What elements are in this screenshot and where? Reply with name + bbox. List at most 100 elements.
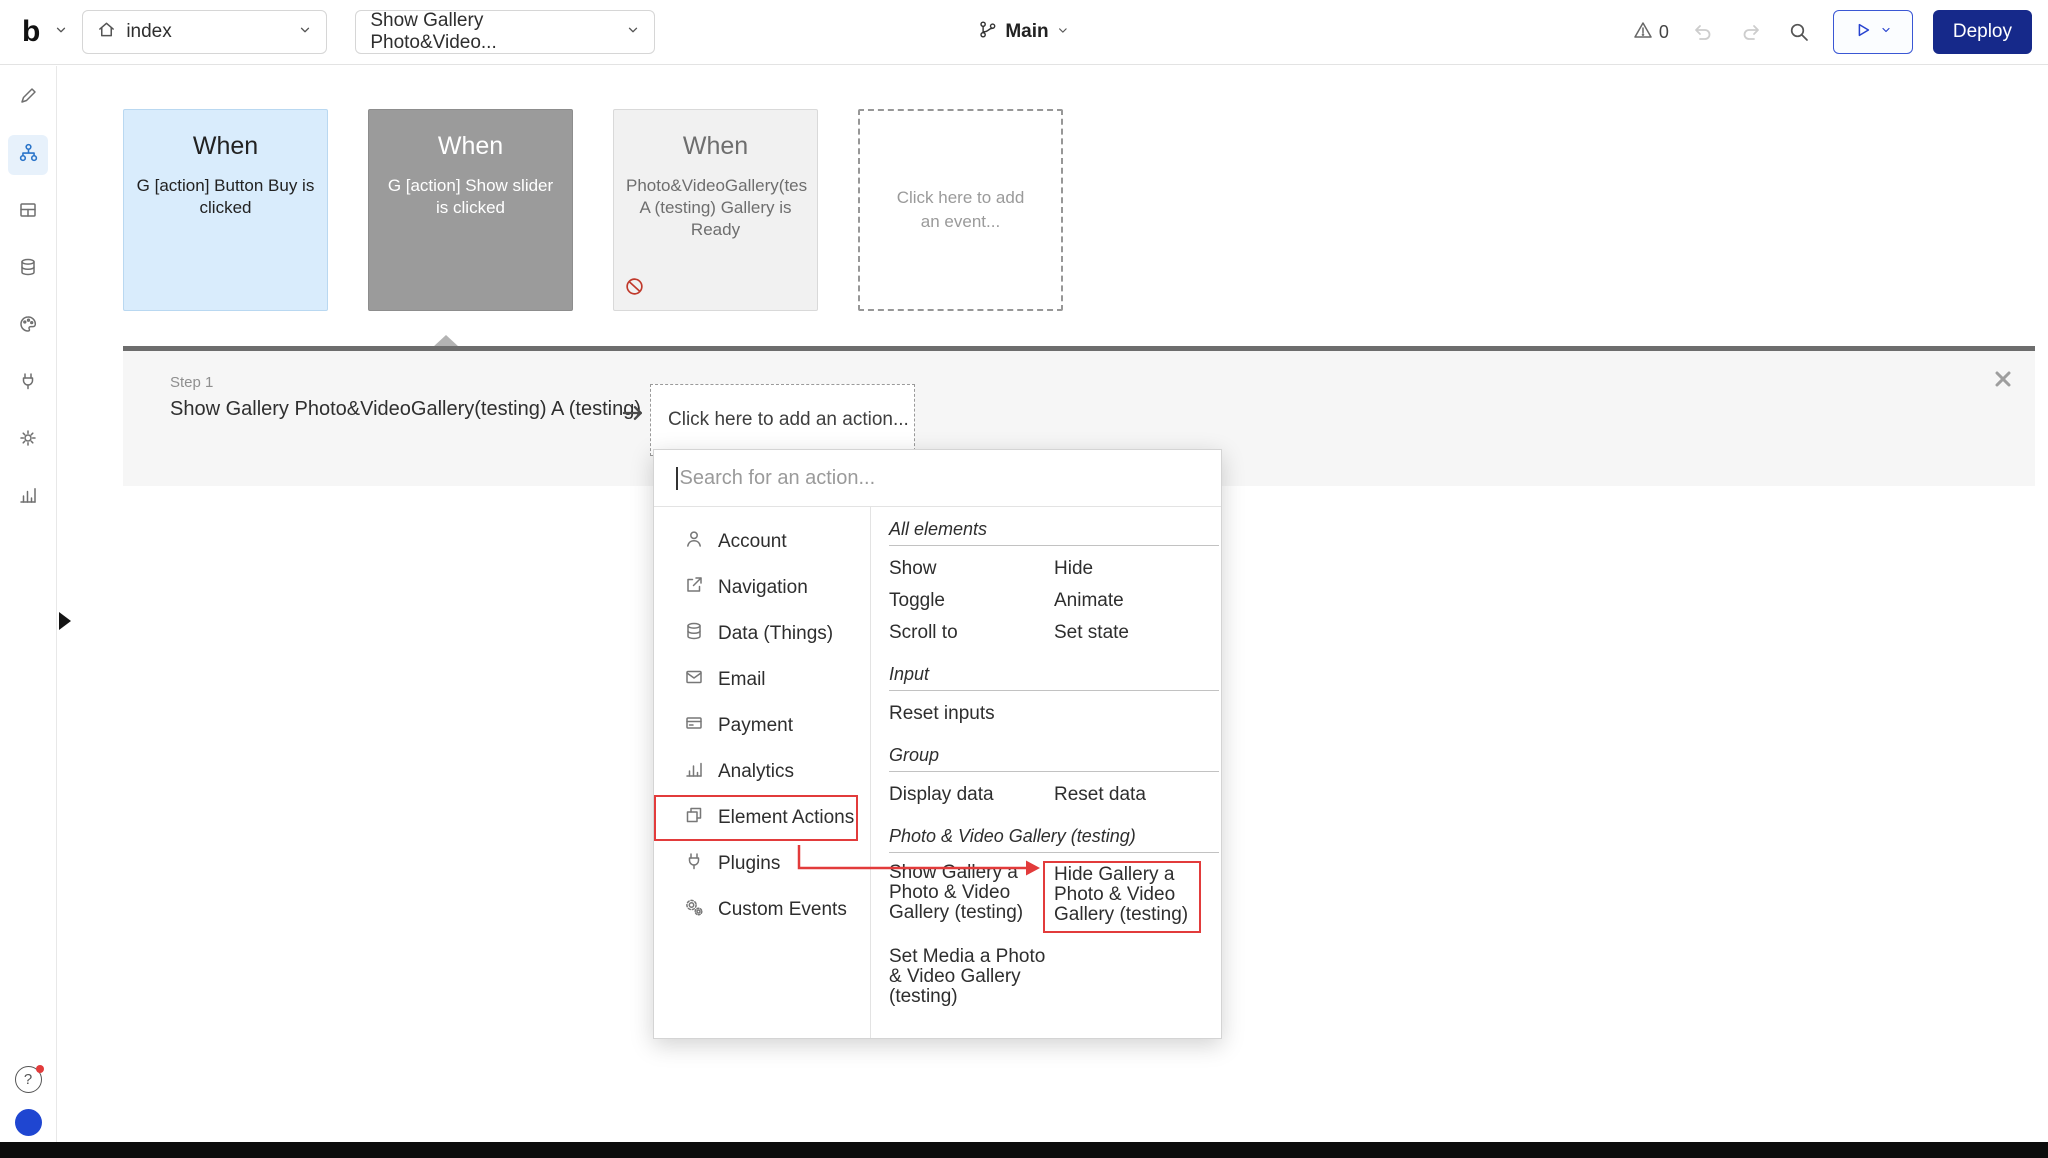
preview-button[interactable] [1833,10,1913,54]
email-icon [684,667,704,693]
category-element-actions[interactable]: Element Actions [654,795,858,841]
help-glyph: ? [24,1071,32,1088]
action-item[interactable]: Hide [1054,554,1219,583]
sidebar-item-workflow[interactable] [8,135,48,175]
logo-menu-chevron-icon[interactable] [54,23,68,42]
event-body: G [action] Button Buy is clicked [136,175,315,219]
redo-icon[interactable] [1737,18,1765,46]
action-item[interactable]: Reset inputs [889,699,1054,728]
action-section-input: Input Reset inputs [889,664,1219,728]
step-title[interactable]: Show Gallery Photo&VideoGallery(testing)… [170,398,641,421]
pencil-icon [18,86,38,111]
avatar[interactable] [15,1109,42,1136]
text-caret [676,467,678,490]
workflow-icon [18,142,39,168]
issues-count: 0 [1659,22,1669,43]
category-label: Navigation [718,577,808,599]
sidebar-item-styles[interactable] [8,306,48,346]
action-item[interactable]: Reset data [1054,780,1219,809]
action-item[interactable]: Display data [889,780,1054,809]
category-analytics[interactable]: Analytics [654,749,870,795]
action-search-placeholder: Search for an action... [680,467,876,490]
action-item[interactable]: Set Media a Photo & Video Gallery (testi… [889,945,1047,1007]
action-section-all-elements: All elements Show Hide Toggle Animate Sc… [889,519,1219,647]
action-categories: Account Navigation Data (Things) Email [654,507,871,1038]
element-actions-icon [684,805,704,831]
event-body: Photo&VideoGallery(tes A (testing) Galle… [626,175,805,241]
category-plugins[interactable]: Plugins [654,841,870,887]
category-payment[interactable]: Payment [654,703,870,749]
category-custom-events[interactable]: Custom Events [654,887,870,933]
home-icon [97,20,116,45]
expand-panel-handle[interactable] [59,612,71,630]
account-icon [684,529,704,555]
event-card[interactable]: When G [action] Button Buy is clicked [123,109,328,311]
category-label: Element Actions [718,807,854,829]
layout-icon [18,200,38,225]
category-navigation[interactable]: Navigation [654,565,870,611]
arrow-right-icon [620,400,646,431]
settings-icon [18,428,38,453]
sidebar-item-settings[interactable] [8,420,48,460]
play-icon [1854,21,1872,44]
data-icon [684,621,704,647]
category-label: Data (Things) [718,623,833,645]
sidebar-item-design[interactable] [8,78,48,118]
branch-selector[interactable]: Main [978,20,1069,45]
page-selector-value: index [126,21,171,43]
action-item[interactable]: Show [889,554,1054,583]
sidebar-item-layout[interactable] [8,192,48,232]
event-title: When [626,132,805,161]
close-icon[interactable] [1993,369,2013,394]
chevron-down-icon [1880,23,1892,41]
add-event-label: Click here to add an event... [890,186,1031,234]
category-label: Payment [718,715,793,737]
custom-events-icon [684,897,704,923]
add-action-placeholder[interactable]: Click here to add an action... [650,384,915,456]
sidebar: ? [0,66,57,1142]
action-search-input[interactable]: Search for an action... [654,450,1221,507]
event-title: When [136,132,315,161]
category-label: Custom Events [718,899,847,921]
page-selector[interactable]: index [82,10,327,54]
category-label: Email [718,669,766,691]
event-title: When [381,132,560,161]
workflow-selector-value: Show Gallery Photo&Video... [370,10,606,54]
add-event-placeholder[interactable]: Click here to add an event... [858,109,1063,311]
navigation-icon [684,575,704,601]
help-icon[interactable]: ? [15,1066,42,1093]
event-card-selected[interactable]: When G [action] Show slider is clicked [368,109,573,311]
issues-indicator[interactable]: 0 [1633,20,1669,45]
search-icon[interactable] [1785,18,1813,46]
warning-icon [1633,20,1653,45]
undo-icon[interactable] [1689,18,1717,46]
category-email[interactable]: Email [654,657,870,703]
event-card[interactable]: When Photo&VideoGallery(tes A (testing) … [613,109,818,311]
section-header: Photo & Video Gallery (testing) [889,826,1219,853]
category-data-things[interactable]: Data (Things) [654,611,870,657]
action-item-highlighted[interactable]: Hide Gallery a Photo & Video Gallery (te… [1043,861,1201,933]
sidebar-item-plugins[interactable] [8,363,48,403]
action-item[interactable]: Animate [1054,586,1219,615]
chevron-down-icon [298,21,312,43]
action-item[interactable]: Show Gallery a Photo & Video Gallery (te… [889,861,1047,933]
workflow-canvas: When G [action] Button Buy is clicked Wh… [57,66,2048,1142]
section-header: All elements [889,519,1219,546]
branch-label: Main [1005,21,1048,43]
action-item[interactable]: Toggle [889,586,1054,615]
plugins-icon [684,851,704,877]
add-action-label: Click here to add an action... [668,409,909,431]
action-item[interactable]: Scroll to [889,618,1054,647]
deploy-button[interactable]: Deploy [1933,10,2032,54]
sidebar-item-data[interactable] [8,249,48,289]
action-section-gallery: Photo & Video Gallery (testing) Show Gal… [889,826,1219,1007]
database-icon [18,257,38,282]
category-label: Plugins [718,853,780,875]
sidebar-item-logs[interactable] [8,477,48,517]
payment-icon [684,713,704,739]
bubble-logo: b [22,17,40,47]
category-label: Analytics [718,761,794,783]
workflow-selector[interactable]: Show Gallery Photo&Video... [355,10,655,54]
category-account[interactable]: Account [654,519,870,565]
action-item[interactable]: Set state [1054,618,1219,647]
